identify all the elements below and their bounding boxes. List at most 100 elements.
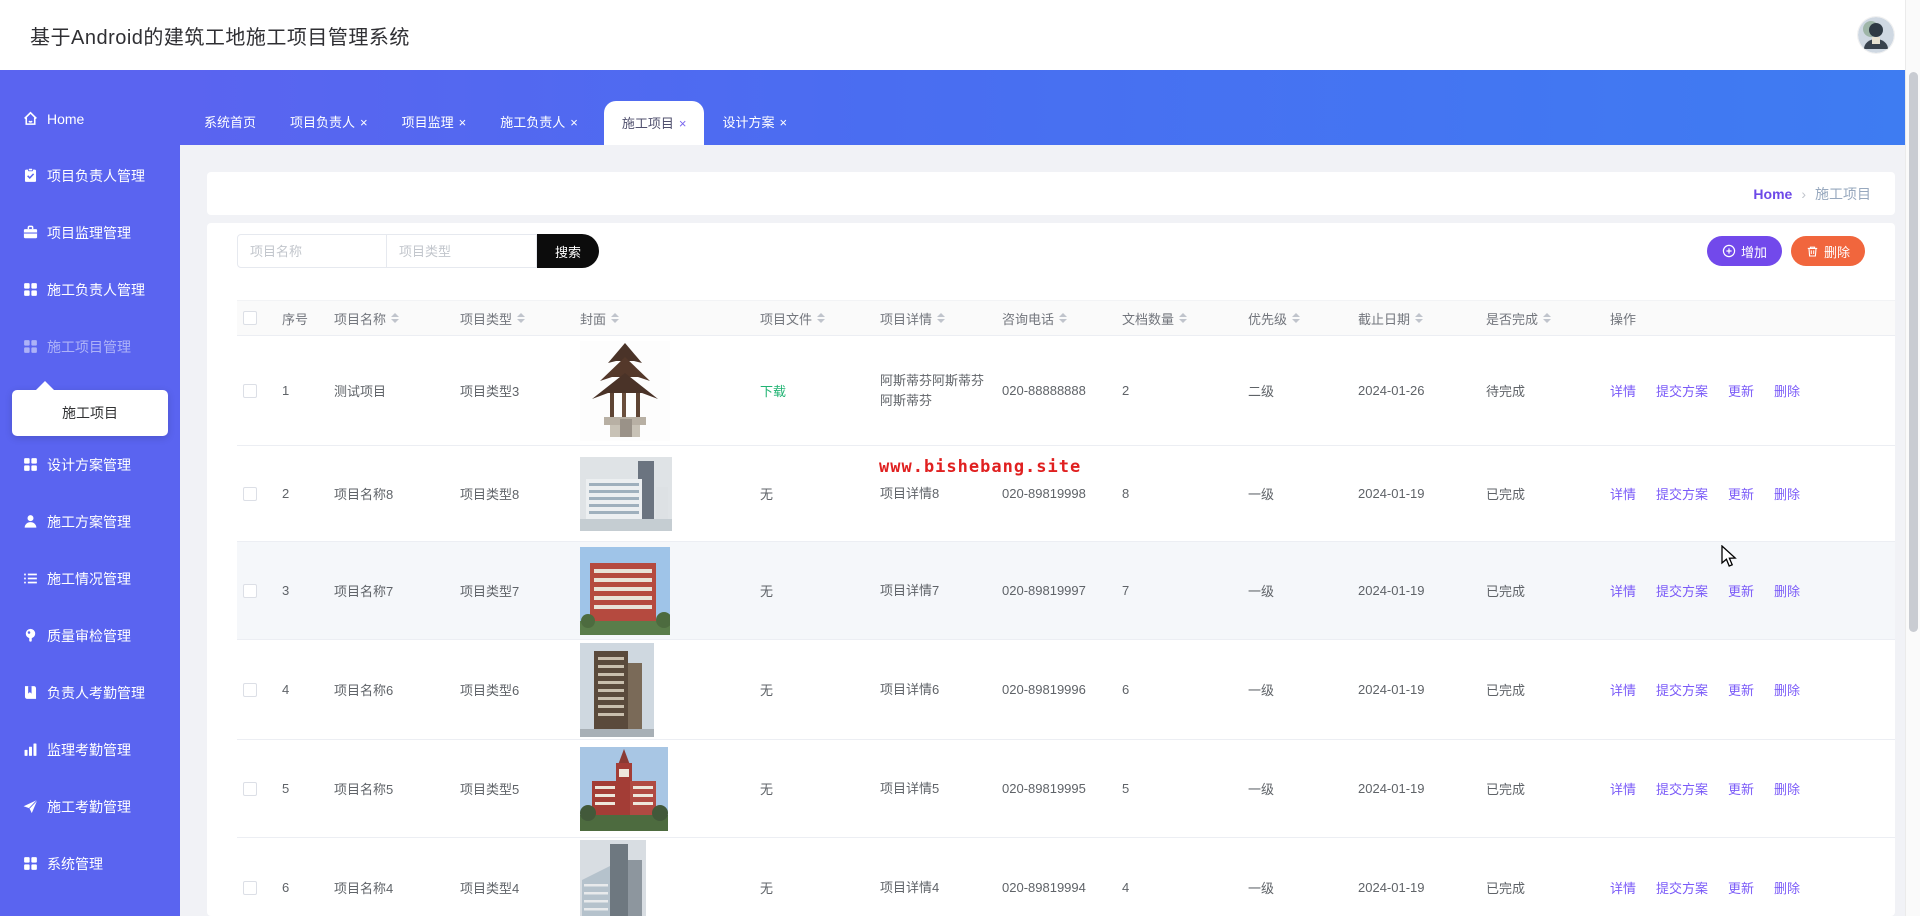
user-icon xyxy=(22,513,39,530)
update-link[interactable]: 更新 xyxy=(1728,878,1754,897)
submit-plan-link[interactable]: 提交方案 xyxy=(1656,381,1708,400)
sort-caret[interactable] xyxy=(391,313,400,323)
tab-construction-project[interactable]: 施工项目 × xyxy=(603,101,705,145)
sort-caret[interactable] xyxy=(517,313,526,323)
status-text: 已完成 xyxy=(1486,782,1526,797)
sidebar-item-construction-plan[interactable]: 施工方案管理 xyxy=(0,493,180,550)
cover-image-white-building[interactable] xyxy=(580,456,672,531)
send-icon xyxy=(22,798,39,815)
delete-button[interactable]: 删除 xyxy=(1790,236,1865,266)
row-checkbox[interactable] xyxy=(243,880,257,895)
row-checkbox[interactable] xyxy=(243,682,257,697)
tab-project-leader[interactable]: 项目负责人 × xyxy=(282,101,376,145)
sidebar-item-label: 系统管理 xyxy=(47,855,103,872)
row-checkbox[interactable] xyxy=(243,583,257,598)
sidebar-item-quality-check[interactable]: 质量审检管理 xyxy=(0,607,180,664)
detail-link[interactable]: 详情 xyxy=(1610,680,1636,699)
cover-image-brown-tower[interactable] xyxy=(580,642,654,737)
update-link[interactable]: 更新 xyxy=(1728,779,1754,798)
toolbar: 搜索 增加 删除 xyxy=(237,223,1865,268)
select-all-checkbox[interactable] xyxy=(243,311,257,325)
tab-close-icon[interactable]: × xyxy=(459,115,467,130)
delete-link[interactable]: 删除 xyxy=(1774,779,1800,798)
cover-image-red-building[interactable] xyxy=(580,546,670,635)
breadcrumb-home-link[interactable]: Home xyxy=(1753,186,1792,202)
cover-image-church-building[interactable] xyxy=(580,746,668,831)
detail-link[interactable]: 详情 xyxy=(1610,381,1636,400)
tab-close-icon[interactable]: × xyxy=(779,115,787,130)
delete-link[interactable]: 删除 xyxy=(1774,484,1800,503)
tab-close-icon[interactable]: × xyxy=(570,115,578,130)
tab-close-icon[interactable]: × xyxy=(360,115,368,130)
row-checkbox[interactable] xyxy=(243,383,257,398)
update-link[interactable]: 更新 xyxy=(1728,484,1754,503)
delete-link[interactable]: 删除 xyxy=(1774,581,1800,600)
sidebar-item-project-supervisor[interactable]: 项目监理管理 xyxy=(0,204,180,261)
tab-project-supervisor[interactable]: 项目监理 × xyxy=(394,101,475,145)
sidebar-item-construction-status[interactable]: 施工情况管理 xyxy=(0,550,180,607)
update-link[interactable]: 更新 xyxy=(1728,381,1754,400)
search-button[interactable]: 搜索 xyxy=(537,234,599,268)
row-checkbox[interactable] xyxy=(243,781,257,796)
sidebar-item-construction-project[interactable]: 施工项目管理 xyxy=(0,318,180,375)
submenu-construction-project[interactable]: 施工项目 xyxy=(12,381,168,436)
update-link[interactable]: 更新 xyxy=(1728,680,1754,699)
submenu-label: 施工项目 xyxy=(62,405,118,421)
download-link[interactable]: 下载 xyxy=(760,381,786,400)
sidebar-item-system[interactable]: 系统管理 xyxy=(0,835,180,892)
sidebar-item-leader-attendance[interactable]: 负责人考勤管理 xyxy=(0,664,180,721)
submit-plan-link[interactable]: 提交方案 xyxy=(1656,484,1708,503)
bulb-icon xyxy=(22,627,39,644)
sidebar-item-construction-attendance[interactable]: 施工考勤管理 xyxy=(0,778,180,835)
detail-link[interactable]: 详情 xyxy=(1610,779,1636,798)
sort-caret[interactable] xyxy=(1179,313,1188,323)
table-row: 1 测试项目 项目类型3 下载 阿斯蒂芬阿斯蒂芬阿斯蒂芬 020-8888888… xyxy=(237,336,1895,446)
sidebar-item-project-leader[interactable]: 项目负责人管理 xyxy=(0,147,180,204)
grid-icon xyxy=(22,456,39,473)
search-project-name-input[interactable] xyxy=(237,234,387,268)
submit-plan-link[interactable]: 提交方案 xyxy=(1656,581,1708,600)
delete-link[interactable]: 删除 xyxy=(1774,878,1800,897)
list-icon xyxy=(22,570,39,587)
sort-caret[interactable] xyxy=(1059,313,1068,323)
detail-link[interactable]: 详情 xyxy=(1610,484,1636,503)
status-text: 已完成 xyxy=(1486,881,1526,896)
user-avatar[interactable] xyxy=(1858,17,1894,53)
submit-plan-link[interactable]: 提交方案 xyxy=(1656,680,1708,699)
status-text: 已完成 xyxy=(1486,683,1526,698)
tab-close-icon[interactable]: × xyxy=(679,116,687,131)
tab-construction-leader[interactable]: 施工负责人 × xyxy=(492,101,586,145)
sidebar-item-design-plan[interactable]: 设计方案管理 xyxy=(0,436,180,493)
delete-link[interactable]: 删除 xyxy=(1774,680,1800,699)
bar-chart-icon xyxy=(22,741,39,758)
tab-design-plan[interactable]: 设计方案 × xyxy=(714,101,795,145)
add-button[interactable]: 增加 xyxy=(1706,236,1782,266)
delete-link[interactable]: 删除 xyxy=(1774,381,1800,400)
row-checkbox[interactable] xyxy=(243,486,257,501)
sort-caret[interactable] xyxy=(1543,313,1552,323)
submit-plan-link[interactable]: 提交方案 xyxy=(1656,779,1708,798)
sidebar-item-label: 施工项目管理 xyxy=(47,338,131,355)
update-link[interactable]: 更新 xyxy=(1728,581,1754,600)
sidebar-item-construction-leader[interactable]: 施工负责人管理 xyxy=(0,261,180,318)
sidebar-item-supervisor-attendance[interactable]: 监理考勤管理 xyxy=(0,721,180,778)
sort-caret[interactable] xyxy=(611,313,620,323)
sort-caret[interactable] xyxy=(817,313,826,323)
table-row: 5 项目名称5 项目类型5 无 项目详情5 020-89819995 5 一级 … xyxy=(237,740,1895,838)
sort-caret[interactable] xyxy=(1415,313,1424,323)
sidebar-item-home[interactable]: Home xyxy=(0,90,180,147)
sidebar-item-label: 项目负责人管理 xyxy=(47,167,145,184)
detail-link[interactable]: 详情 xyxy=(1610,581,1636,600)
cover-image-pagoda[interactable] xyxy=(580,340,670,441)
content-area: Home › 施工项目 搜索 增加 xyxy=(180,145,1920,916)
cover-image-gray-building[interactable] xyxy=(580,839,646,916)
status-text: 已完成 xyxy=(1486,487,1526,502)
grid-icon xyxy=(22,338,39,355)
sort-caret[interactable] xyxy=(937,313,946,323)
scrollbar-thumb[interactable] xyxy=(1909,72,1918,632)
sort-caret[interactable] xyxy=(1292,313,1301,323)
detail-link[interactable]: 详情 xyxy=(1610,878,1636,897)
submit-plan-link[interactable]: 提交方案 xyxy=(1656,878,1708,897)
search-project-type-input[interactable] xyxy=(387,234,537,268)
tab-system-home[interactable]: 系统首页 xyxy=(196,101,264,145)
